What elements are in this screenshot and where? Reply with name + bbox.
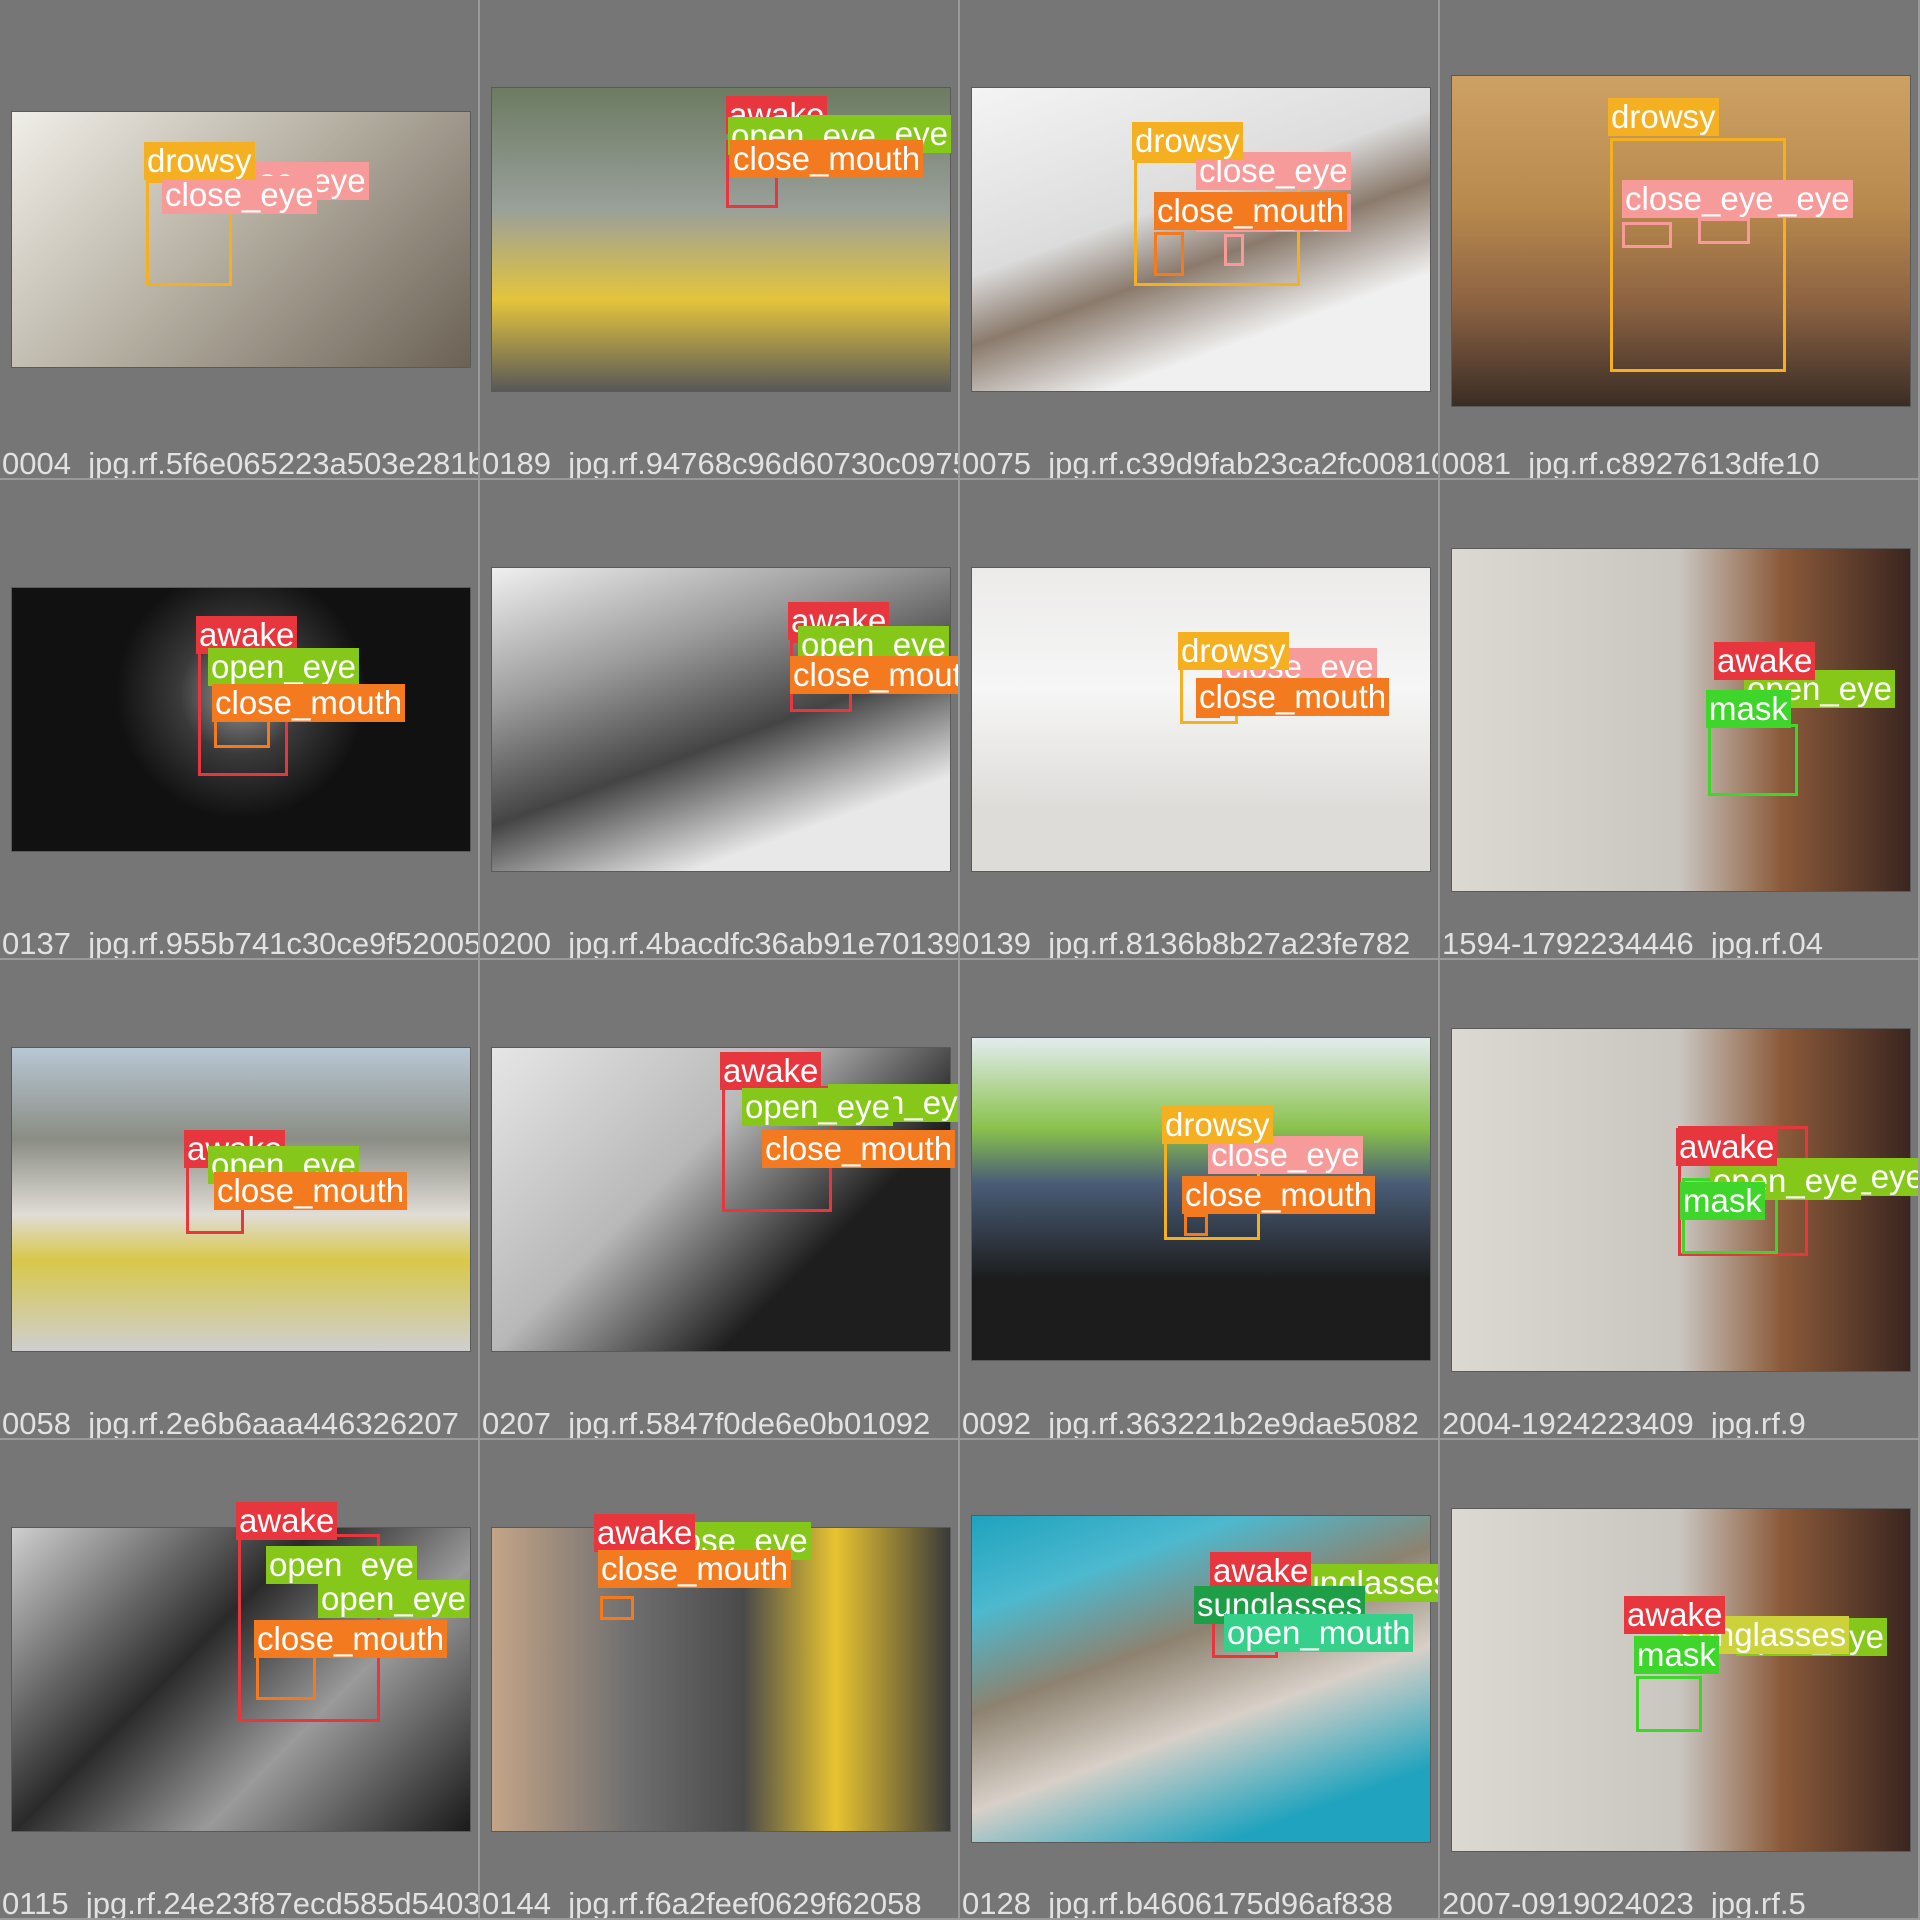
image-filename: 0139_jpg.rf.8136b8b27a23fe782 <box>962 926 1411 960</box>
label-close-mouth: close_mouth <box>1154 192 1348 230</box>
mosaic-tile-13: awake open_eye open_eye close_mouth 0115… <box>0 1440 480 1920</box>
image-filename: 0189_jpg.rf.94768c96d60730c0975 <box>482 446 960 480</box>
box-close-eye <box>1622 222 1672 248</box>
label-drowsy: drowsy <box>1608 98 1719 136</box>
box-close-eye <box>1698 218 1750 244</box>
label-close-mouth: close_mouth <box>1196 678 1390 716</box>
box-mask <box>1708 724 1798 796</box>
image-filename: 0137_jpg.rf.955b741c30ce9f52005 <box>2 926 480 960</box>
mosaic-tile-1: close_eye close_eye drowsy 0004_jpg.rf.5… <box>0 0 480 480</box>
mosaic-tile-10: awake open_eye open_eye close_mouth 0207… <box>480 960 960 1440</box>
image-filename: 0128_jpg.rf.b4606175d96af838 <box>962 1886 1393 1920</box>
mosaic-tile-11: close_eye drowsy close_mouth 0092_jpg.rf… <box>960 960 1440 1440</box>
mosaic-tile-6: awake open_eye close_mouth 0200_jpg.rf.4… <box>480 480 960 960</box>
image-filename: 0081_jpg.rf.c8927613dfe10 <box>1442 446 1820 480</box>
box-close-mouth <box>1154 232 1184 276</box>
label-close-mouth: close_mouth <box>254 1620 448 1658</box>
mosaic-tile-12: open_eye open_eye awake mask 2004-192422… <box>1440 960 1920 1440</box>
image-filename: 0092_jpg.rf.363221b2e9dae5082 <box>962 1406 1419 1440</box>
label-close-eye: close_eye <box>1622 180 1777 218</box>
label-close-mouth: close_mouth <box>1182 1176 1376 1214</box>
label-close-mouth: close_mouth <box>790 656 960 694</box>
label-mask: mask <box>1634 1636 1719 1674</box>
label-close-eye: close_eye <box>162 176 317 214</box>
box-close-mouth <box>600 1596 634 1620</box>
label-drowsy: drowsy <box>1178 632 1289 670</box>
box-close-mouth <box>256 1654 316 1700</box>
mosaic-tile-9: awake open_eye close_mouth 0058_jpg.rf.2… <box>0 960 480 1440</box>
image-filename: 0058_jpg.rf.2e6b6aaa446326207 <box>2 1406 459 1440</box>
mosaic-tile-7: close_eye drowsy close_mouth 0139_jpg.rf… <box>960 480 1440 960</box>
image-filename: 0144_jpg.rf.f6a2feef0629f62058 <box>482 1886 922 1920</box>
label-drowsy: drowsy <box>1132 122 1243 160</box>
label-awake: awake <box>720 1052 822 1090</box>
mosaic-tile-8: open_eye awake mask 1594-1792234446_jpg.… <box>1440 480 1920 960</box>
mosaic-tile-5: awake open_eye close_mouth 0137_jpg.rf.9… <box>0 480 480 960</box>
image-filename: 0075_jpg.rf.c39d9fab23ca2fc00810 <box>962 446 1440 480</box>
image-filename: 1594-1792234446_jpg.rf.04 <box>1442 926 1823 960</box>
label-open-eye: open_eye <box>208 648 359 686</box>
label-close-mouth: close_mouth <box>762 1130 956 1168</box>
label-awake: awake <box>1210 1552 1312 1590</box>
label-close-mouth: close_mouth <box>214 1172 408 1210</box>
label-drowsy: drowsy <box>144 142 255 180</box>
image-filename: 0200_jpg.rf.4bacdfc36ab91e70139 <box>482 926 960 960</box>
label-awake: awake <box>1676 1128 1778 1166</box>
image-filename: 0115_jpg.rf.24e23f87ecd585d5403 <box>2 1886 480 1920</box>
mosaic-tile-3: close_eye close_eye close_mouth drowsy 0… <box>960 0 1440 480</box>
image-filename: 0207_jpg.rf.5847f0de6e0b01092 <box>482 1406 931 1440</box>
label-open-mouth: open_mouth <box>1224 1614 1414 1652</box>
label-mask: mask <box>1680 1182 1765 1220</box>
label-awake: awake <box>1714 642 1816 680</box>
label-awake: awake <box>1624 1596 1726 1634</box>
label-close-mouth: close_mouth <box>212 684 406 722</box>
label-awake: awake <box>236 1502 338 1540</box>
mosaic-tile-4: close_eye close_eye drowsy 0081_jpg.rf.c… <box>1440 0 1920 480</box>
tile-photo <box>1451 548 1911 892</box>
label-open-eye: open_eye <box>742 1088 893 1126</box>
mosaic-tile-14: close_eye awake close_mouth 0144_jpg.rf.… <box>480 1440 960 1920</box>
label-mask: mask <box>1706 690 1791 728</box>
box-mask <box>1636 1676 1702 1732</box>
mosaic-tile-2: awake open_eye open_eye close_mouth 0189… <box>480 0 960 480</box>
label-close-mouth: close_mouth <box>598 1550 792 1588</box>
mosaic-tile-16: open_eye sunglasses awake mask 2007-0919… <box>1440 1440 1920 1920</box>
label-open-eye: open_eye <box>266 1546 417 1584</box>
label-close-mouth: close_mouth <box>730 140 924 178</box>
box-drowsy <box>1610 138 1786 372</box>
box-close-mouth <box>1184 1214 1208 1236</box>
image-filename: 0004_jpg.rf.5f6e065223a503e281b49de84e8c… <box>2 446 480 480</box>
image-filename: 2004-1924223409_jpg.rf.9 <box>1442 1406 1806 1440</box>
box-close-eye <box>1224 234 1244 266</box>
label-open-eye: open_eye <box>318 1580 469 1618</box>
image-filename: 2007-0919024023_jpg.rf.5 <box>1442 1886 1806 1920</box>
mosaic-tile-15: sunglasses awake sunglasses open_mouth 0… <box>960 1440 1440 1920</box>
label-drowsy: drowsy <box>1162 1106 1273 1144</box>
label-awake: awake <box>594 1514 696 1552</box>
